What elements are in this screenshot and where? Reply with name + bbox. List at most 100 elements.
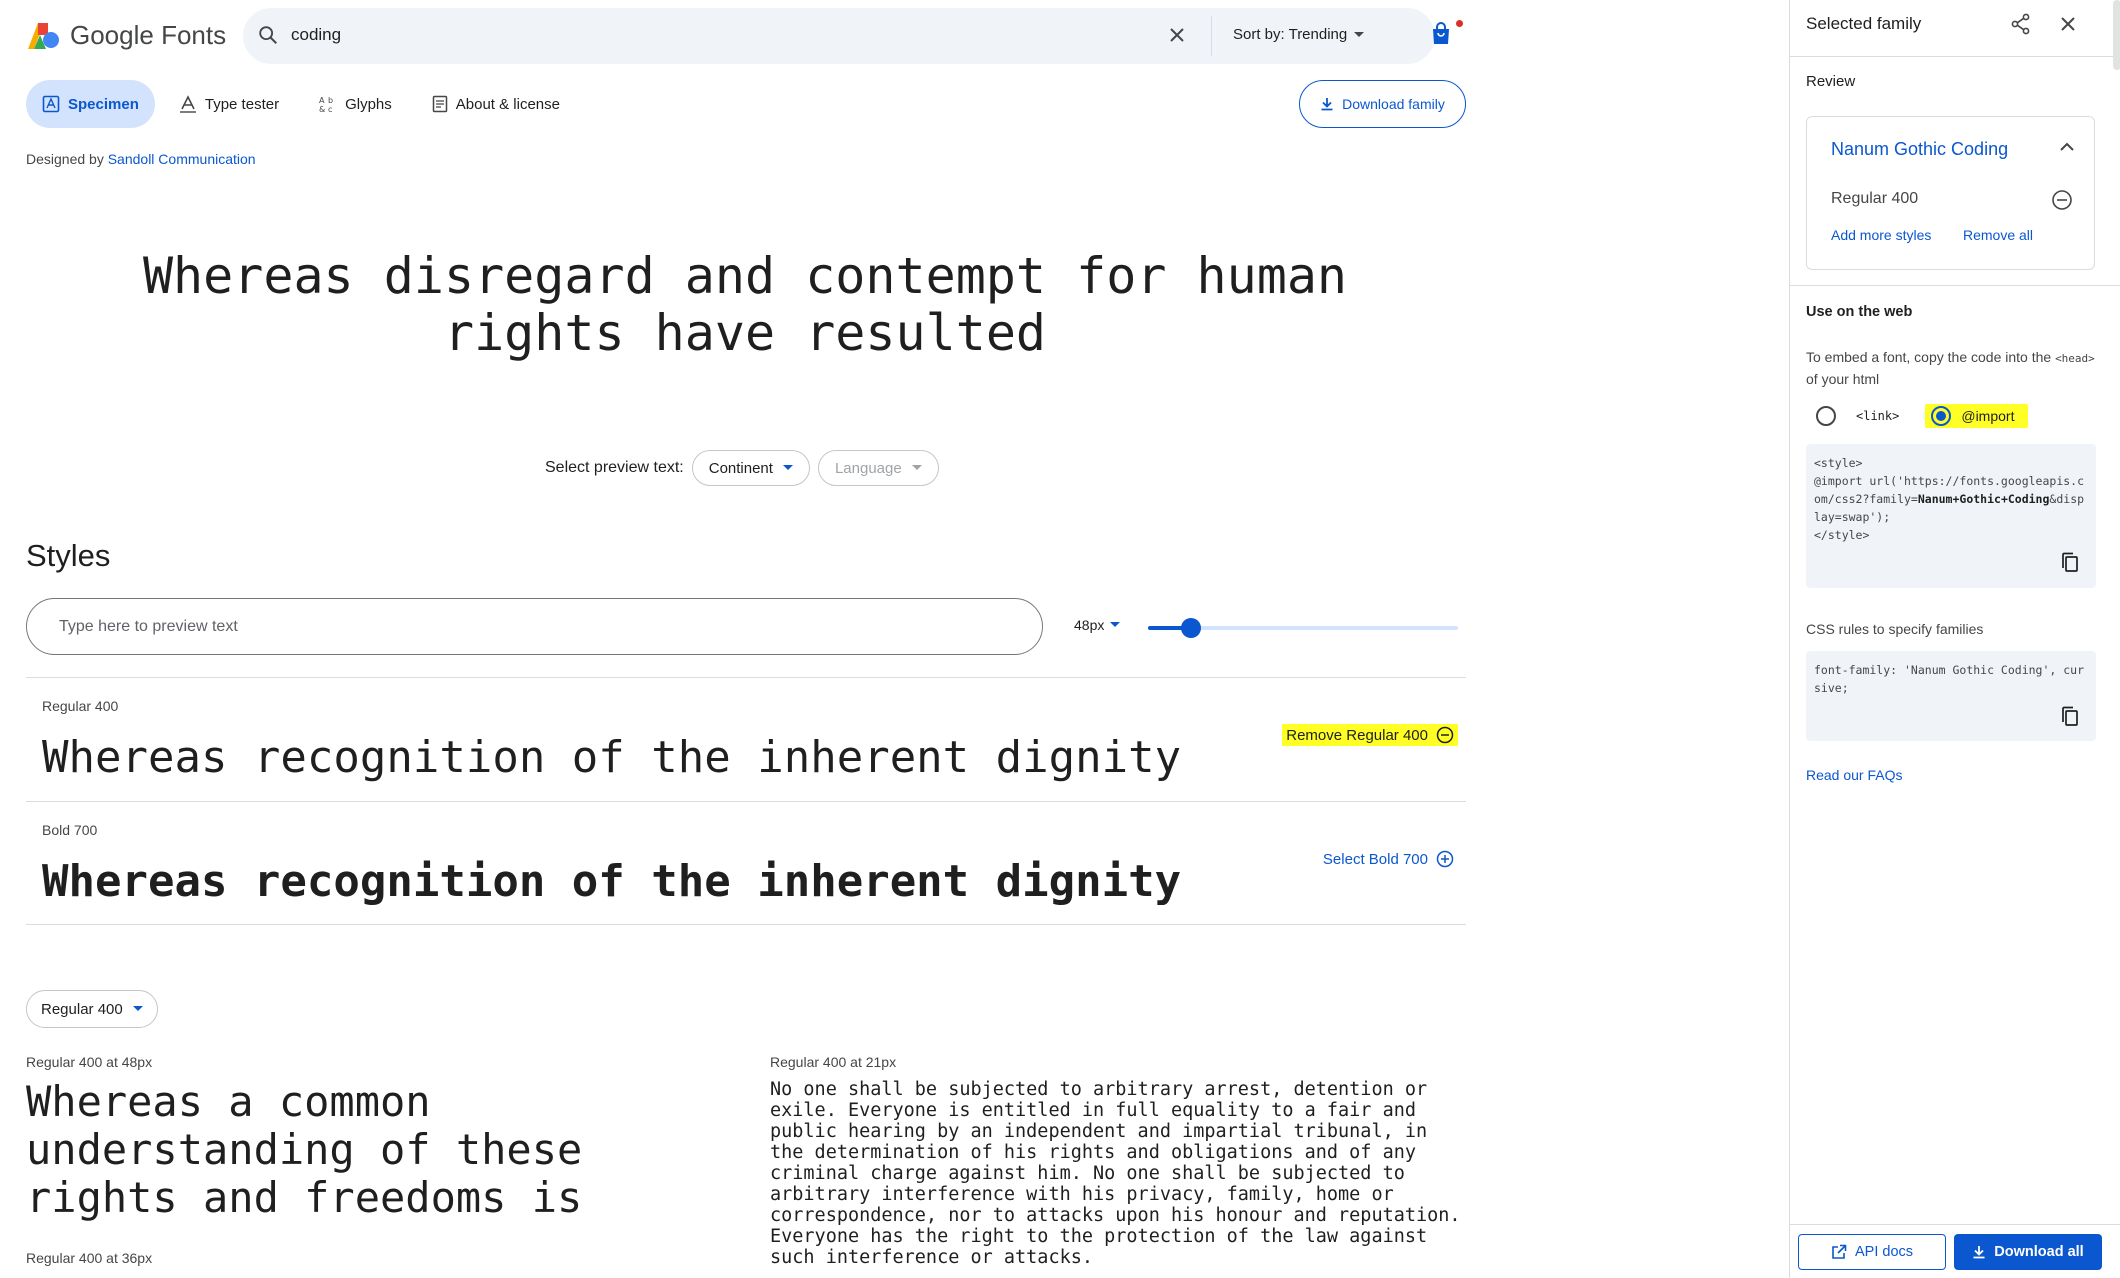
search-bar[interactable]: coding Sort by: Trending [243, 8, 1435, 64]
search-icon [259, 26, 277, 44]
tab-specimen[interactable]: Specimen [26, 80, 155, 128]
designer-link[interactable]: Sandoll Communication [108, 151, 256, 167]
shopping-bag-icon [1433, 22, 1449, 44]
preview-text-label: Select preview text: [545, 459, 684, 476]
tab-label: Type tester [204, 95, 280, 113]
style-sample[interactable]: Whereas recognition of the inherent dign… [42, 856, 1181, 907]
style-label: Bold 700 [42, 822, 98, 838]
code-line: <style> [1814, 456, 1863, 470]
article-icon [432, 95, 448, 113]
api-docs-button[interactable]: API docs [1798, 1234, 1946, 1270]
tab-type-tester[interactable]: Type tester [163, 80, 295, 128]
font-size-value: 48px [1074, 617, 1105, 633]
continent-dropdown[interactable]: Continent [691, 450, 810, 486]
import-code-block[interactable]: <style> @import url('https://fonts.googl… [1806, 444, 2096, 588]
share-icon[interactable] [2010, 13, 2032, 35]
tab-label: Glyphs [345, 95, 392, 113]
sort-label: Sort by: Trending [1233, 26, 1348, 43]
remove-regular-400-button[interactable]: Remove Regular 400 [1282, 724, 1458, 746]
add-circle-icon [1436, 850, 1454, 868]
designer-credit: Designed by Sandoll Communication [26, 151, 256, 167]
google-fonts-logo[interactable]: Google Fonts [26, 20, 226, 51]
svg-text:c: c [328, 105, 332, 113]
preview-text-selector: Select preview text: Continent Language [545, 450, 939, 486]
remove-all-link[interactable]: Remove all [1963, 227, 2033, 243]
caret-down-icon [1354, 31, 1365, 37]
use-on-web-heading: Use on the web [1806, 304, 1913, 320]
action-label: Select Bold 700 [1322, 850, 1428, 868]
radio-import-option[interactable]: @import [1925, 404, 2029, 428]
search-input[interactable]: coding [291, 25, 341, 45]
embed-head-code: <head> [2055, 352, 2095, 365]
embed-text: of your html [1806, 371, 1880, 387]
preview-text-input[interactable]: Type here to preview text [26, 598, 1043, 655]
style-sample[interactable]: Whereas recognition of the inherent dign… [42, 732, 1181, 783]
svg-text:A: A [319, 96, 325, 105]
font-size-slider[interactable] [1148, 618, 1458, 638]
close-icon[interactable] [2057, 13, 2079, 35]
clear-search-icon[interactable] [1165, 23, 1189, 47]
panel-divider [1790, 285, 2120, 286]
api-docs-label: API docs [1854, 1244, 1914, 1260]
radio-link[interactable] [1816, 406, 1836, 426]
caret-down-icon [132, 1006, 143, 1011]
sample-paragraph-small[interactable]: No one shall be subjected to arbitrary a… [770, 1079, 1470, 1268]
panel-divider [1790, 1224, 2120, 1225]
shopping-bag-button[interactable] [1430, 20, 1463, 51]
specimen-icon [42, 95, 60, 113]
embed-text: To embed a font, copy the code into the [1806, 349, 2052, 365]
css-rules-label: CSS rules to specify families [1806, 621, 1984, 637]
caret-down-icon [1110, 622, 1121, 627]
caret-down-icon [911, 465, 922, 470]
styles-heading: Styles [26, 538, 111, 573]
specimen-tabs: Specimen Type tester Ab & c Glyphs About &… [26, 80, 576, 128]
radio-import[interactable] [1931, 406, 1952, 426]
download-all-button[interactable]: Download all [1954, 1234, 2102, 1270]
remove-circle-icon[interactable] [2051, 189, 2073, 211]
read-faqs-link[interactable]: Read our FAQs [1806, 767, 1903, 783]
remove-circle-icon [1436, 726, 1454, 744]
tab-about-license[interactable]: About & license [416, 80, 576, 128]
google-fonts-logo-icon [28, 22, 59, 49]
style-select-value: Regular 400 [41, 1000, 123, 1018]
add-more-styles-link[interactable]: Add more styles [1831, 227, 1931, 243]
hero-preview-text[interactable]: Whereas disregard and contempt for human… [40, 248, 1450, 362]
download-family-button[interactable]: Download family [1299, 80, 1466, 128]
embed-type-radios: <link> @import [1816, 404, 2029, 428]
panel-scrollbar[interactable] [2113, 0, 2120, 70]
embed-instructions: To embed a font, copy the code into the … [1806, 347, 2096, 389]
selected-style-label: Regular 400 [1831, 190, 1919, 207]
font-size-dropdown[interactable]: 48px [1074, 617, 1121, 633]
sort-dropdown[interactable]: Sort by: Trending [1233, 26, 1365, 43]
style-label: Regular 400 [42, 698, 119, 714]
radio-import-label: @import [1961, 408, 2015, 424]
svg-text:&: & [319, 105, 325, 113]
copy-icon[interactable] [2060, 552, 2080, 574]
style-row-bold-700: Bold 700 Whereas recognition of the inhe… [26, 801, 1466, 925]
continent-label: Continent [708, 459, 773, 477]
tab-label: About & license [455, 95, 560, 113]
download-icon [1973, 1246, 1985, 1259]
tab-glyphs[interactable]: Ab & c Glyphs [303, 80, 408, 128]
sample-paragraph-large[interactable]: Whereas a common understanding of these … [26, 1078, 746, 1222]
sample-size-label: Regular 400 at 21px [770, 1054, 897, 1070]
css-rule-code-block[interactable]: font-family: 'Nanum Gothic Coding', curs… [1806, 651, 2096, 741]
tab-label: Specimen [68, 95, 139, 113]
copy-icon[interactable] [2060, 706, 2080, 728]
style-row-regular-400: Regular 400 Whereas recognition of the i… [26, 677, 1466, 801]
chevron-up-icon[interactable] [2059, 141, 2075, 153]
language-label: Language [834, 459, 902, 477]
notification-dot [1456, 20, 1463, 27]
selected-family-panel: Selected family Review Nanum Gothic Codi… [1789, 0, 2120, 1278]
search-divider [1211, 16, 1212, 56]
glyphs-icon: Ab& c [319, 96, 333, 113]
open-in-new-icon [1832, 1244, 1847, 1259]
family-name-link[interactable]: Nanum Gothic Coding [1831, 139, 2008, 160]
slider-thumb[interactable] [1181, 618, 1202, 638]
select-bold-700-button[interactable]: Select Bold 700 [1319, 848, 1458, 870]
style-select-dropdown[interactable]: Regular 400 [26, 990, 158, 1028]
panel-divider [1790, 56, 2120, 57]
language-dropdown[interactable]: Language [817, 450, 939, 486]
code-line: </style> [1814, 528, 1870, 542]
download-all-label: Download all [1994, 1244, 2084, 1260]
